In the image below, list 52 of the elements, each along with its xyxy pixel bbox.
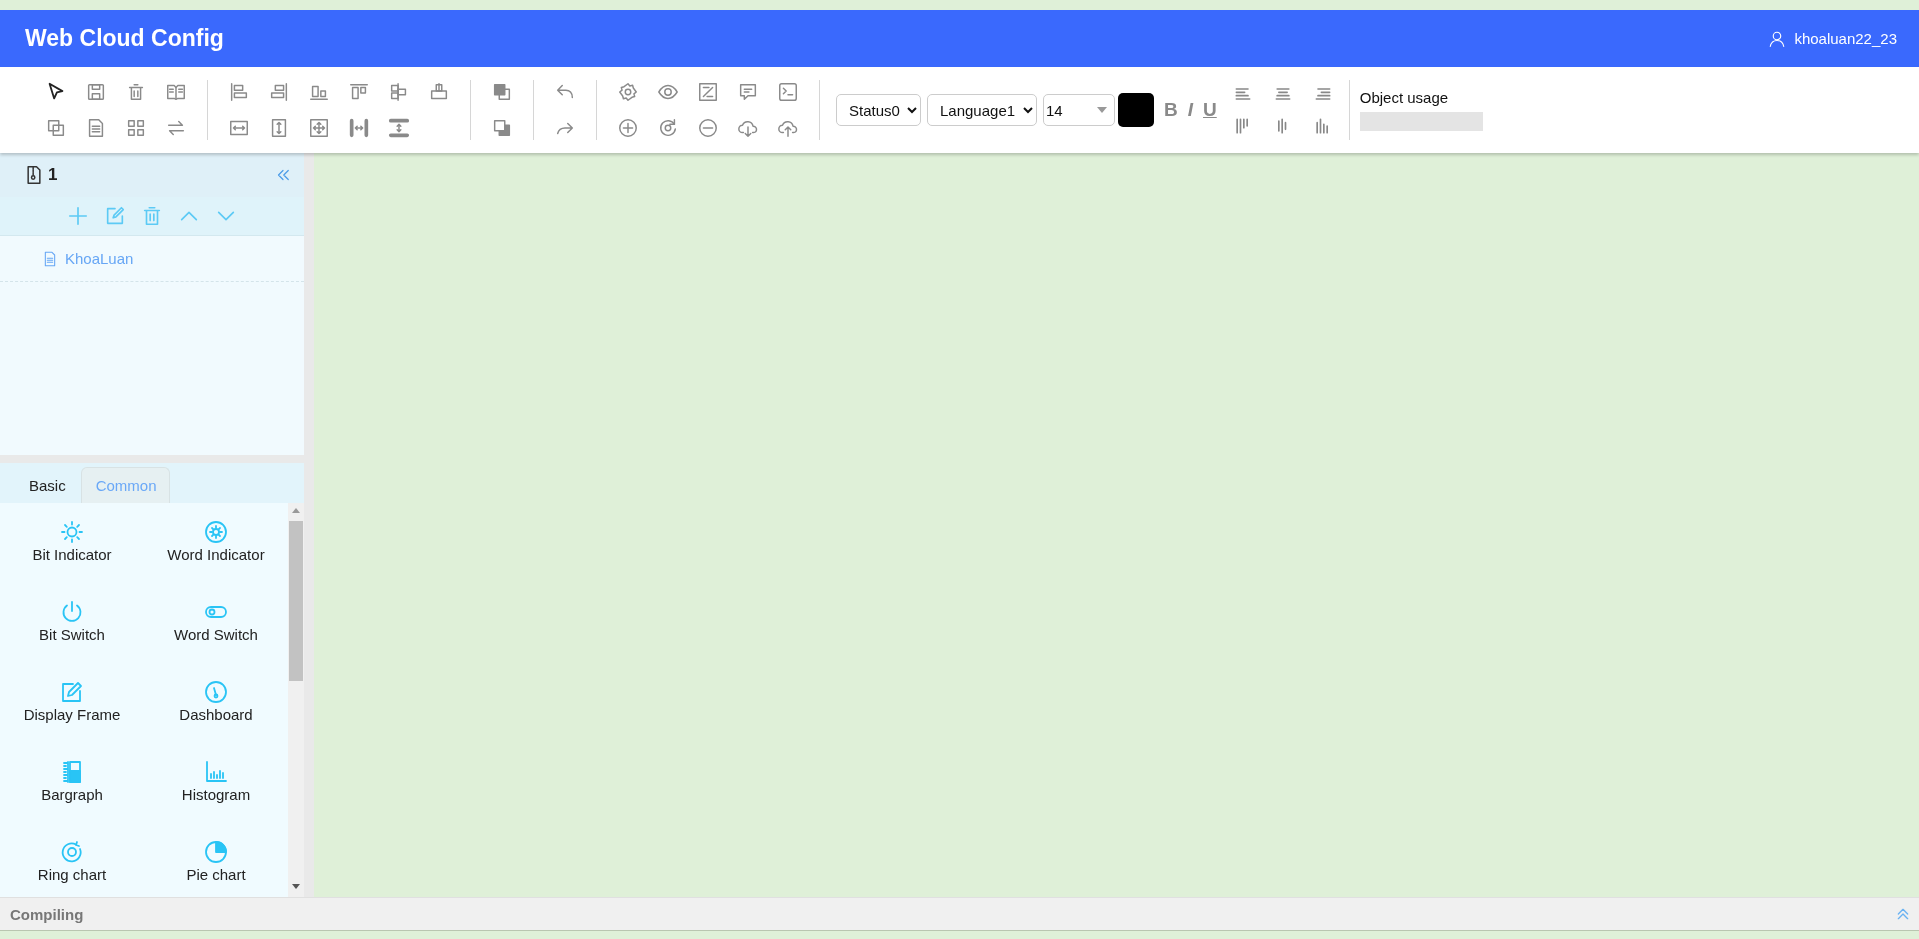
minus-circle-icon[interactable] xyxy=(697,117,719,139)
edit-box-icon[interactable] xyxy=(697,81,719,103)
archive-file-icon xyxy=(24,165,44,185)
language-select[interactable]: Language1 xyxy=(927,94,1037,126)
plus-circle-icon[interactable] xyxy=(617,117,639,139)
component-label[interactable]: Word Indicator xyxy=(167,546,265,563)
font-size-field[interactable]: 14 xyxy=(1043,94,1115,126)
terminal-icon[interactable] xyxy=(777,81,799,103)
gauge-icon[interactable] xyxy=(204,680,228,704)
grid-icon[interactable] xyxy=(125,117,147,139)
status-select[interactable]: Status0 xyxy=(836,94,921,126)
pencil-square-icon[interactable] xyxy=(60,680,84,704)
component-label[interactable]: Dashboard xyxy=(179,706,253,723)
pie-chart-icon[interactable] xyxy=(204,840,228,864)
object-usage-label: Object usage xyxy=(1359,89,1450,106)
project-title: 1 xyxy=(48,165,58,185)
color-swatch[interactable] xyxy=(1118,93,1154,127)
component-label[interactable]: Histogram xyxy=(181,786,251,803)
document-icon xyxy=(42,250,58,267)
gear-circle-icon[interactable] xyxy=(204,520,228,544)
scrollbar[interactable] xyxy=(288,503,304,897)
palette-tab[interactable]: Basic xyxy=(14,467,79,503)
component-label[interactable]: Display Frame xyxy=(23,706,121,723)
align-left-icon[interactable] xyxy=(228,81,250,103)
copy-icon[interactable] xyxy=(45,117,67,139)
refresh-icon[interactable] xyxy=(657,117,679,139)
settings-icon[interactable] xyxy=(617,81,639,103)
save-icon[interactable] xyxy=(85,81,107,103)
sun-icon[interactable] xyxy=(60,520,84,544)
bring-front-icon[interactable] xyxy=(491,81,513,103)
space-vertical-icon[interactable] xyxy=(388,117,410,139)
app-title: Web Cloud Config xyxy=(25,25,224,52)
scrollbar-thumb[interactable] xyxy=(289,521,303,681)
power-icon[interactable] xyxy=(60,600,84,624)
same-size-icon[interactable] xyxy=(308,117,330,139)
user-icon[interactable] xyxy=(1768,29,1787,48)
expand-up-icon[interactable] xyxy=(1895,906,1911,922)
user-name[interactable]: khoaluan22_23 xyxy=(1794,30,1897,47)
component-label[interactable]: Bargraph xyxy=(41,786,103,803)
component-label[interactable]: Word Switch xyxy=(174,626,258,643)
panel-title: Compiling xyxy=(10,905,84,923)
comment-icon[interactable] xyxy=(737,81,759,103)
bargraph-icon[interactable] xyxy=(60,760,84,784)
send-back-icon[interactable] xyxy=(491,117,513,139)
ring-chart-icon[interactable] xyxy=(60,840,84,864)
histogram-icon[interactable] xyxy=(204,760,228,784)
align-right-icon[interactable] xyxy=(268,81,290,103)
space-horizontal-icon[interactable] xyxy=(348,117,370,139)
component-label[interactable]: Bit Indicator xyxy=(32,546,112,563)
component-label[interactable]: Ring chart xyxy=(37,866,107,883)
component-label[interactable]: Bit Switch xyxy=(39,626,105,643)
component-label[interactable]: Pie chart xyxy=(186,866,246,883)
